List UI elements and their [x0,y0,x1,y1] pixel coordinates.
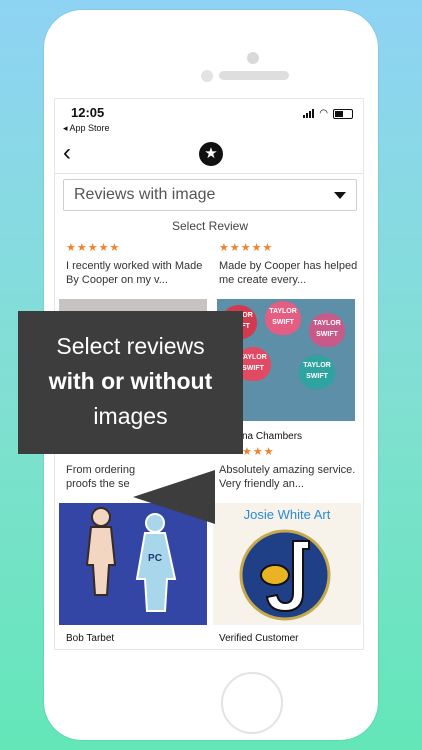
battery-icon [333,108,353,119]
feature-callout: Select reviews with or without images [18,311,243,454]
review-snippet[interactable]: Made by Cooper has helped me create ever… [219,259,359,287]
review-snippet[interactable]: Absolutely amazing service. Very friendl… [219,463,359,491]
callout-line-1: Select reviews [56,333,205,359]
back-app-label: App Store [69,123,110,133]
callout-line-3: images [93,403,168,429]
reviewer-name: Bob Tarbet [66,633,115,644]
select-review-caption: Select Review [171,219,249,233]
review-stars: ★★★★★ [66,242,121,254]
badge-icon [239,529,331,621]
signal-icon [303,109,315,118]
back-chevron-icon[interactable]: ‹ [63,139,71,167]
pin-heart: TAYLOR SWIFT [299,355,335,389]
back-to-app-store[interactable]: ◂ App Store [63,123,110,134]
review-stars: ★★★ [242,446,275,458]
camera [247,52,259,64]
status-icons: ◠ [303,108,353,119]
wifi-icon: ◠ [319,108,328,119]
review-filter-select[interactable]: Reviews with image [63,179,357,211]
star-logo-icon: ★ [199,142,223,166]
status-time: 12:05 [71,105,105,120]
filter-value: Reviews with image [74,186,216,203]
callout-arrow [133,470,215,524]
home-button[interactable] [221,672,283,734]
nav-bar: ‹ ★ [55,137,363,174]
review-image-josie[interactable]: Josie White Art [213,503,361,625]
pin-heart: TAYLOR SWIFT [265,301,301,335]
sensor [201,70,213,82]
dropdown-caret-icon [334,192,346,199]
reviewer-name: Verified Customer [219,633,299,644]
callout-line-2: with or without [48,368,213,394]
review-snippet[interactable]: I recently worked with Made By Cooper on… [66,259,206,287]
pin-initials: PC [148,553,162,564]
review-stars: ★★★★★ [219,242,274,254]
reviewer-name: na Chambers [242,431,303,442]
pin-heart: TAYLOR SWIFT [309,313,345,347]
speaker-grille [219,71,289,80]
